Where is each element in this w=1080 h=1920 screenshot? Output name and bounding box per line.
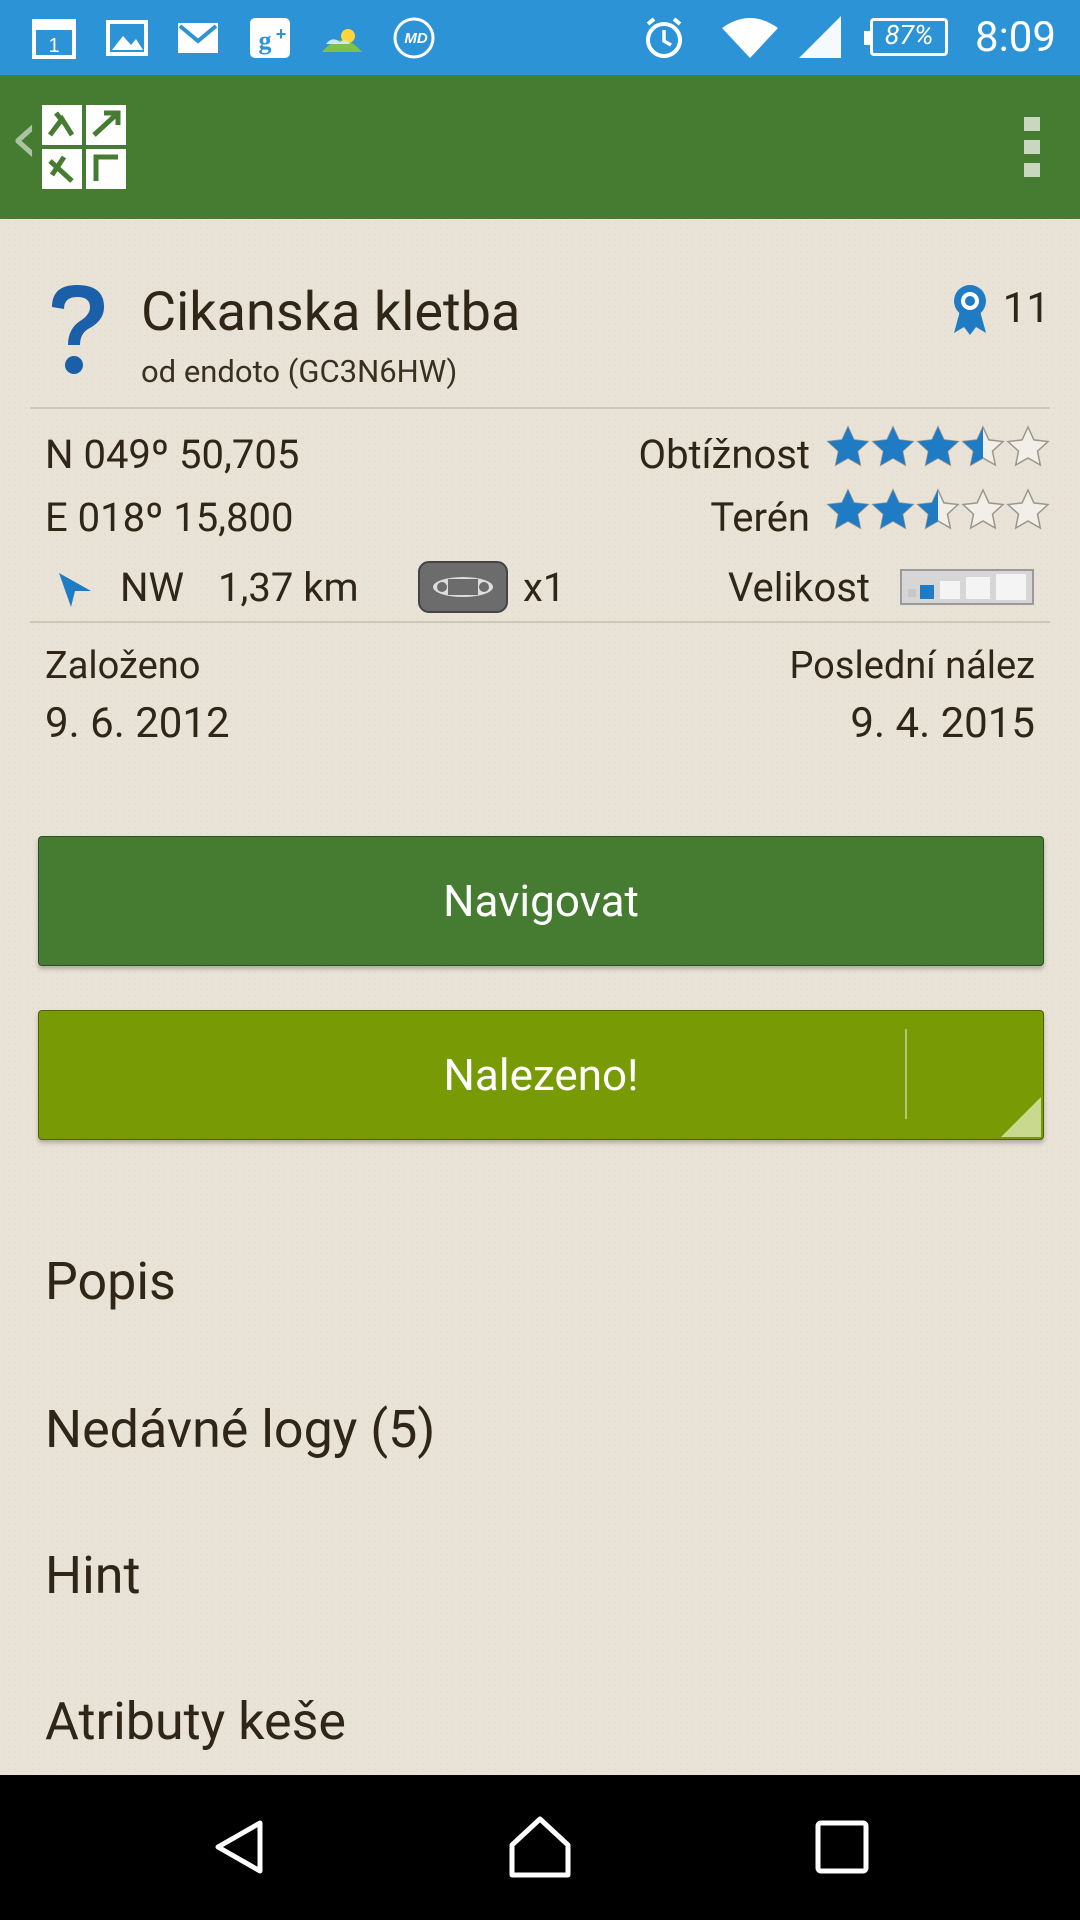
wifi-icon [722, 18, 778, 58]
size-indicator [900, 569, 1034, 605]
battery-percent: 87% [884, 19, 934, 51]
star-full [873, 490, 913, 528]
clock: 8:09 [975, 13, 1056, 62]
dropdown-corner-icon [1001, 1097, 1041, 1137]
overflow-menu-icon [1024, 117, 1040, 177]
star-full [873, 427, 913, 465]
calendar-icon: 1 [32, 19, 76, 59]
star-empty [961, 488, 1005, 530]
cache-detail-content: Cikanska kletba od endoto (GC3N6HW) 11 N… [0, 219, 1080, 1775]
star-full [918, 427, 958, 465]
star-full [828, 427, 868, 465]
found-button-label: Nalezeno! [443, 1049, 639, 1101]
cache-owner: od endoto (GC3N6HW) [141, 353, 458, 390]
up-navigation[interactable]: ‹ [0, 75, 140, 219]
app-bar: ‹ [0, 75, 1080, 219]
placed-label: Založeno [45, 644, 201, 688]
back-chevron-icon: ‹ [10, 95, 39, 179]
svg-text:1: 1 [48, 35, 59, 57]
gallery-icon [106, 20, 148, 56]
star-rating-svg [826, 488, 1050, 530]
system-nav-bar [0, 1775, 1080, 1920]
navigate-button[interactable]: Navigovat [38, 836, 1044, 966]
status-bar: 1 g + MD 87% 8:09 [0, 0, 1080, 75]
svg-text:+: + [276, 24, 287, 44]
svg-text:g: g [259, 26, 272, 55]
last-found-date: 9. 4. 2015 [850, 699, 1035, 748]
back-icon[interactable] [210, 1817, 270, 1877]
difficulty-stars [826, 425, 1051, 471]
divider [30, 407, 1050, 409]
longitude: E 018º 15,800 [45, 494, 294, 541]
favorite-ribbon-icon [954, 285, 986, 335]
geocaching-logo-icon [42, 105, 126, 189]
distance: 1,37 km [218, 564, 359, 611]
direction: NW [120, 564, 185, 611]
moto-app-icon: MD [393, 17, 435, 59]
star-empty [1006, 425, 1050, 467]
terrain-label: Terén [710, 494, 810, 541]
mystery-cache-icon [52, 285, 104, 374]
found-button[interactable]: Nalezeno! [38, 1010, 1044, 1140]
star-rating-svg [826, 425, 1050, 467]
star-empty [1006, 488, 1050, 530]
size-label: Velikost [727, 564, 870, 611]
section-popis[interactable]: Popis [45, 1251, 176, 1312]
section-attributes[interactable]: Atributy keše [45, 1691, 346, 1752]
terrain-stars [826, 488, 1051, 534]
difficulty-label: Obtížnost [638, 431, 810, 478]
section-hint[interactable]: Hint [45, 1545, 140, 1606]
direction-arrow-icon [59, 573, 91, 607]
gmail-icon [178, 23, 218, 53]
signal-icon [799, 16, 841, 58]
home-icon[interactable] [508, 1815, 572, 1879]
favorite-count: 11 [1002, 284, 1050, 333]
google-plus-icon: g + [250, 18, 290, 58]
trackable-icon [418, 561, 508, 613]
weather-icon [322, 29, 362, 52]
last-found-label: Poslední nález [789, 644, 1035, 688]
alarm-icon [646, 17, 682, 58]
section-recent-logs[interactable]: Nedávné logy (5) [45, 1399, 435, 1460]
battery-icon: 87% [864, 18, 948, 56]
found-dropdown-toggle[interactable] [907, 1011, 1043, 1139]
divider [30, 621, 1050, 623]
placed-date: 9. 6. 2012 [45, 699, 230, 748]
recents-icon[interactable] [812, 1817, 872, 1877]
overflow-menu-button[interactable] [1004, 103, 1060, 191]
cache-title: Cikanska kletba [141, 281, 521, 344]
svg-text:MD: MD [404, 30, 427, 47]
latitude: N 049º 50,705 [45, 431, 300, 478]
trackable-count: x1 [523, 564, 566, 611]
star-full [828, 490, 868, 528]
